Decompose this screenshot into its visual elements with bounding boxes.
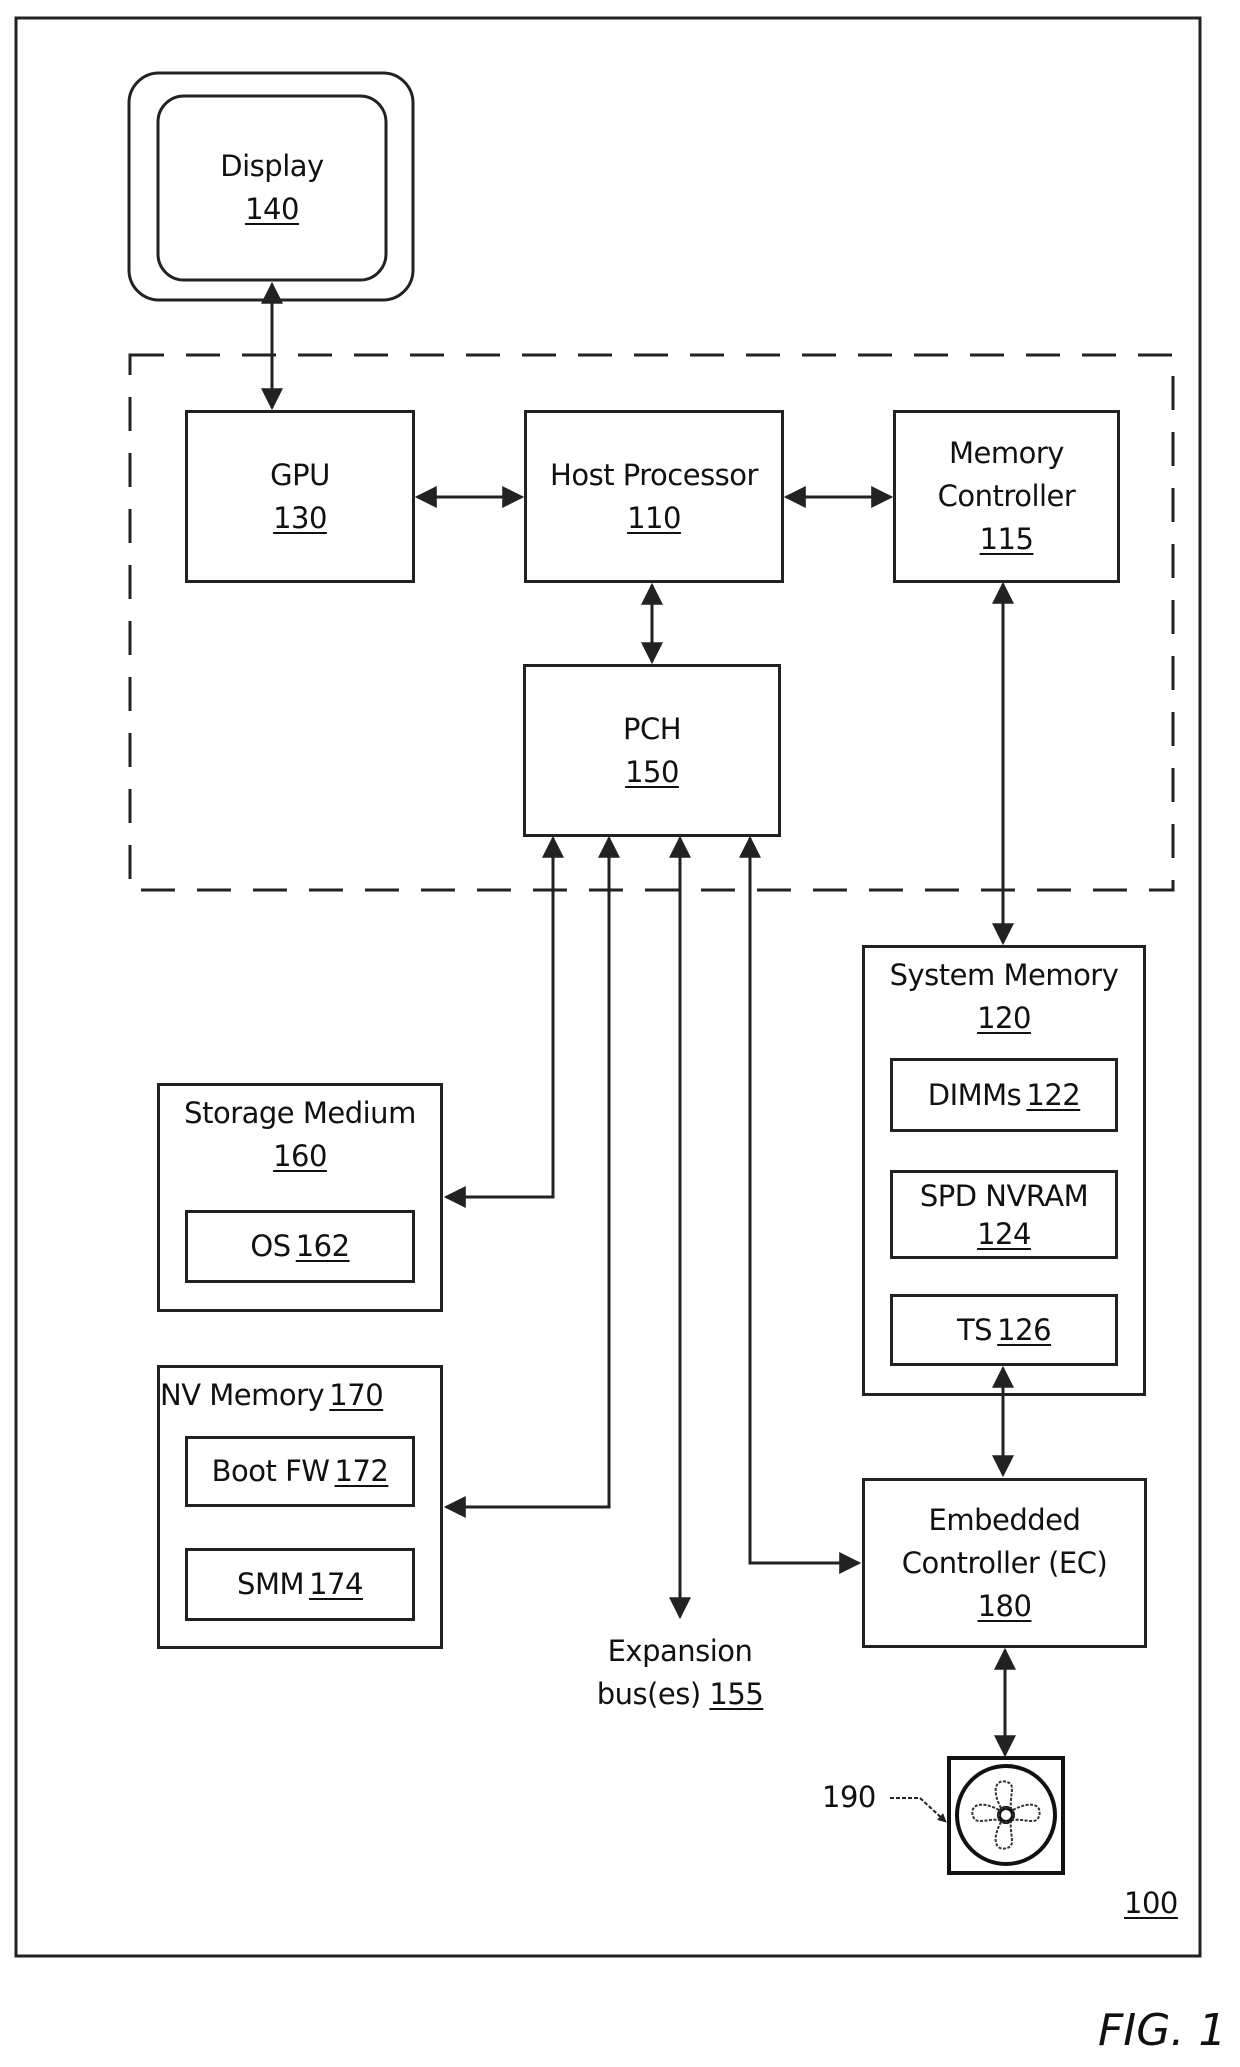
display-name: Display (220, 149, 324, 183)
system-memory-ref: 120 (977, 1001, 1031, 1035)
smm-box: SMM 174 (185, 1548, 415, 1621)
system-memory-name: System Memory (889, 958, 1119, 992)
gpu-box: GPU 130 (185, 410, 415, 583)
nv-memory-name: NV Memory (160, 1378, 325, 1412)
fan-leader-line (890, 1797, 947, 1823)
boot-fw-ref: 172 (334, 1454, 389, 1488)
os-box: OS 162 (185, 1210, 415, 1283)
gpu-name: GPU (270, 457, 330, 492)
arrow-pch-storage (443, 835, 564, 1208)
spd-nvram-ref: 124 (977, 1216, 1031, 1251)
memory-controller-box: Memory Controller 115 (893, 410, 1120, 583)
storage-medium-ref: 160 (273, 1139, 327, 1173)
spd-nvram-box: SPD NVRAM 124 (890, 1170, 1118, 1259)
ts-name: TS (956, 1312, 993, 1347)
display-ref: 140 (245, 192, 299, 226)
dimms-box: DIMMs 122 (890, 1058, 1118, 1132)
os-name: OS (250, 1229, 291, 1263)
pch-ref: 150 (625, 754, 679, 789)
display-label: Display 140 (158, 96, 386, 280)
memory-controller-name-1: Memory (949, 436, 1064, 470)
arrow-pch-ec (739, 835, 862, 1574)
ec-name-2: Controller (EC) (901, 1545, 1108, 1580)
boot-fw-name: Boot FW (211, 1454, 330, 1488)
os-ref: 162 (295, 1229, 350, 1263)
gpu-ref: 130 (273, 500, 327, 535)
smm-ref: 174 (309, 1567, 363, 1601)
host-processor-name: Host Processor (550, 457, 758, 492)
expansion-bus-line2: bus(es) (596, 1677, 701, 1711)
expansion-bus-line1: Expansion (607, 1634, 753, 1668)
system-ref-label: 100 (1124, 1886, 1178, 1920)
fan-ref-label: 190 (822, 1780, 876, 1814)
expansion-bus-ref: 155 (709, 1677, 764, 1711)
ec-ref: 180 (977, 1588, 1032, 1623)
memory-controller-ref: 115 (979, 522, 1034, 556)
pch-box: PCH 150 (523, 664, 781, 837)
host-processor-ref: 110 (627, 500, 681, 535)
boot-fw-box: Boot FW 172 (185, 1436, 415, 1507)
nv-memory-ref: 170 (329, 1378, 384, 1412)
ts-box: TS 126 (890, 1294, 1118, 1366)
spd-nvram-name: SPD NVRAM (919, 1178, 1089, 1213)
memory-controller-name-2: Controller (937, 479, 1076, 513)
storage-medium-name: Storage Medium (184, 1096, 416, 1130)
dimms-ref: 122 (1026, 1077, 1081, 1112)
fan-icon (947, 1756, 1065, 1875)
dimms-name: DIMMs (927, 1077, 1022, 1112)
expansion-bus-label: Expansion bus(es) 155 (560, 1630, 800, 1716)
ts-ref: 126 (997, 1312, 1052, 1347)
figure-label: FIG. 1 (1098, 2005, 1227, 2056)
arrow-pch-nvmem (443, 835, 620, 1518)
pch-name: PCH (622, 711, 682, 746)
embedded-controller-box: Embedded Controller (EC) 180 (862, 1478, 1147, 1648)
smm-name: SMM (237, 1567, 304, 1601)
ec-name-1: Embedded (928, 1502, 1081, 1537)
host-processor-box: Host Processor 110 (524, 410, 784, 583)
